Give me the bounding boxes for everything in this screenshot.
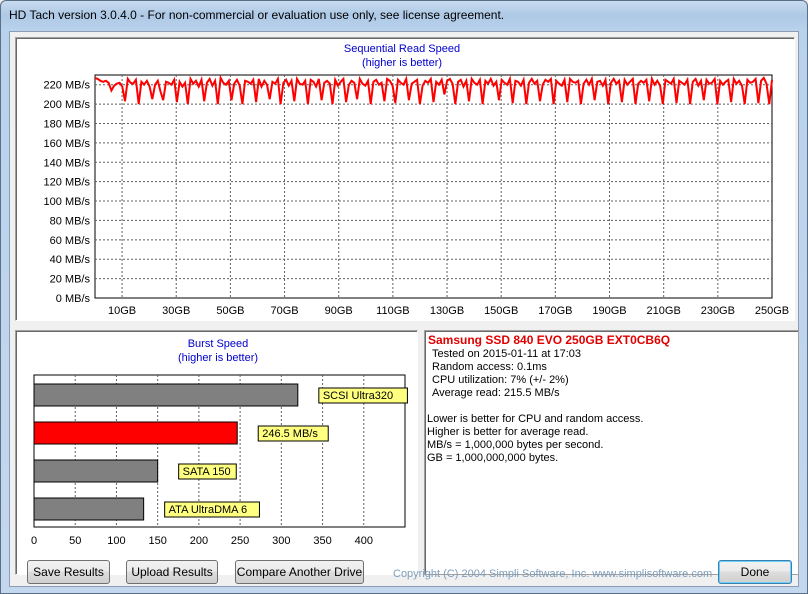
- sequential-y-tick-label: 40 MB/s: [50, 254, 91, 266]
- burst-x-tick-label: 100: [107, 535, 125, 547]
- burst-bar: [33, 383, 299, 407]
- client-area: Sequential Read Speed (higher is better)…: [9, 31, 799, 587]
- burst-speed-chart: Burst Speed (higher is better) SCSI Ultr…: [31, 338, 408, 547]
- sequential-y-tick-label: 60 MB/s: [50, 235, 91, 247]
- burst-chart-panel: Burst Speed (higher is better) SCSI Ultr…: [15, 330, 418, 575]
- sequential-x-tick-label: 130GB: [430, 305, 464, 317]
- drive-name: Samsung SSD 840 EVO 250GB EXT0CB6Q: [428, 333, 671, 347]
- burst-bar-label: ATA UltraDMA 6: [169, 504, 247, 516]
- sequential-x-tick-label: 150GB: [484, 305, 518, 317]
- sequential-read-chart: Sequential Read Speed (higher is better)…: [44, 43, 790, 317]
- sequential-plot-area: [94, 74, 773, 299]
- sequential-x-tick-label: 250GB: [755, 305, 789, 317]
- title-bar[interactable]: HD Tach version 3.0.4.0 - For non-commer…: [1, 1, 807, 31]
- burst-bar-label: SCSI Ultra320: [323, 390, 393, 402]
- sequential-x-tick-label: 230GB: [701, 305, 735, 317]
- burst-chart-title: Burst Speed: [188, 338, 249, 350]
- sequential-y-tick-label: 120 MB/s: [44, 177, 91, 189]
- sequential-y-tick-label: 200 MB/s: [44, 99, 91, 111]
- app-window: HD Tach version 3.0.4.0 - For non-commer…: [0, 0, 808, 594]
- burst-bar-label: 246.5 MB/s: [262, 428, 318, 440]
- sequential-x-tick-label: 190GB: [592, 305, 626, 317]
- sequential-y-tick-label: 20 MB/s: [50, 274, 91, 286]
- upload-results-button[interactable]: Upload Results: [126, 560, 218, 584]
- burst-bar-label: SATA 150: [183, 466, 231, 478]
- sequential-x-tick-label: 50GB: [216, 305, 244, 317]
- sequential-y-tick-label: 0 MB/s: [56, 293, 91, 305]
- sequential-y-tick-label: 100 MB/s: [44, 196, 91, 208]
- burst-x-tick-label: 200: [190, 535, 208, 547]
- sequential-y-tick-label: 180 MB/s: [44, 118, 91, 130]
- burst-bar: [33, 459, 159, 483]
- burst-x-tick-label: 350: [313, 535, 331, 547]
- sequential-y-tick-label: 160 MB/s: [44, 138, 91, 150]
- sequential-x-tick-label: 110GB: [376, 305, 409, 317]
- burst-x-tick-label: 400: [355, 535, 373, 547]
- copyright-text: Copyright (C) 2004 Simpli Software, Inc.…: [393, 568, 713, 580]
- note-gb: GB = 1,000,000,000 bytes.: [427, 452, 559, 464]
- sequential-y-tick-label: 140 MB/s: [44, 157, 91, 169]
- burst-x-tick-label: 250: [231, 535, 249, 547]
- sequential-x-tick-label: 90GB: [325, 305, 353, 317]
- results-info-panel: Samsung SSD 840 EVO 250GB EXT0CB6Q Teste…: [424, 330, 799, 575]
- burst-chart-subtitle: (higher is better): [178, 352, 258, 364]
- save-results-button[interactable]: Save Results: [27, 560, 110, 584]
- sequential-y-tick-label: 220 MB/s: [44, 80, 91, 92]
- sequential-chart-panel: Sequential Read Speed (higher is better)…: [15, 37, 795, 321]
- sequential-x-tick-label: 30GB: [162, 305, 190, 317]
- burst-bar: [33, 497, 145, 521]
- burst-x-tick-label: 0: [31, 535, 37, 547]
- burst-x-tick-label: 300: [272, 535, 290, 547]
- random-access-text: Random access: 0.1ms: [432, 361, 547, 373]
- sequential-x-tick-label: 10GB: [108, 305, 136, 317]
- note-mbps: MB/s = 1,000,000 bytes per second.: [427, 439, 604, 451]
- window-title: HD Tach version 3.0.4.0 - For non-commer…: [9, 8, 505, 22]
- tested-on-text: Tested on 2015-01-11 at 17:03: [432, 348, 582, 360]
- burst-x-tick-label: 150: [148, 535, 166, 547]
- average-read-text: Average read: 215.5 MB/s: [432, 387, 560, 399]
- burst-bar: [33, 421, 238, 445]
- sequential-x-tick-label: 170GB: [538, 305, 572, 317]
- sequential-x-tick-label: 210GB: [647, 305, 681, 317]
- sequential-chart-title: Sequential Read Speed: [344, 43, 460, 55]
- cpu-utilization-text: CPU utilization: 7% (+/- 2%): [432, 374, 569, 386]
- sequential-x-tick-label: 70GB: [270, 305, 298, 317]
- sequential-y-tick-label: 80 MB/s: [50, 215, 91, 227]
- note-cpu: Lower is better for CPU and random acces…: [427, 413, 644, 425]
- done-button[interactable]: Done: [718, 560, 792, 584]
- note-average-read: Higher is better for average read.: [427, 426, 589, 438]
- burst-x-tick-label: 50: [69, 535, 81, 547]
- sequential-chart-subtitle: (higher is better): [362, 57, 442, 69]
- compare-another-drive-button[interactable]: Compare Another Drive: [235, 560, 364, 584]
